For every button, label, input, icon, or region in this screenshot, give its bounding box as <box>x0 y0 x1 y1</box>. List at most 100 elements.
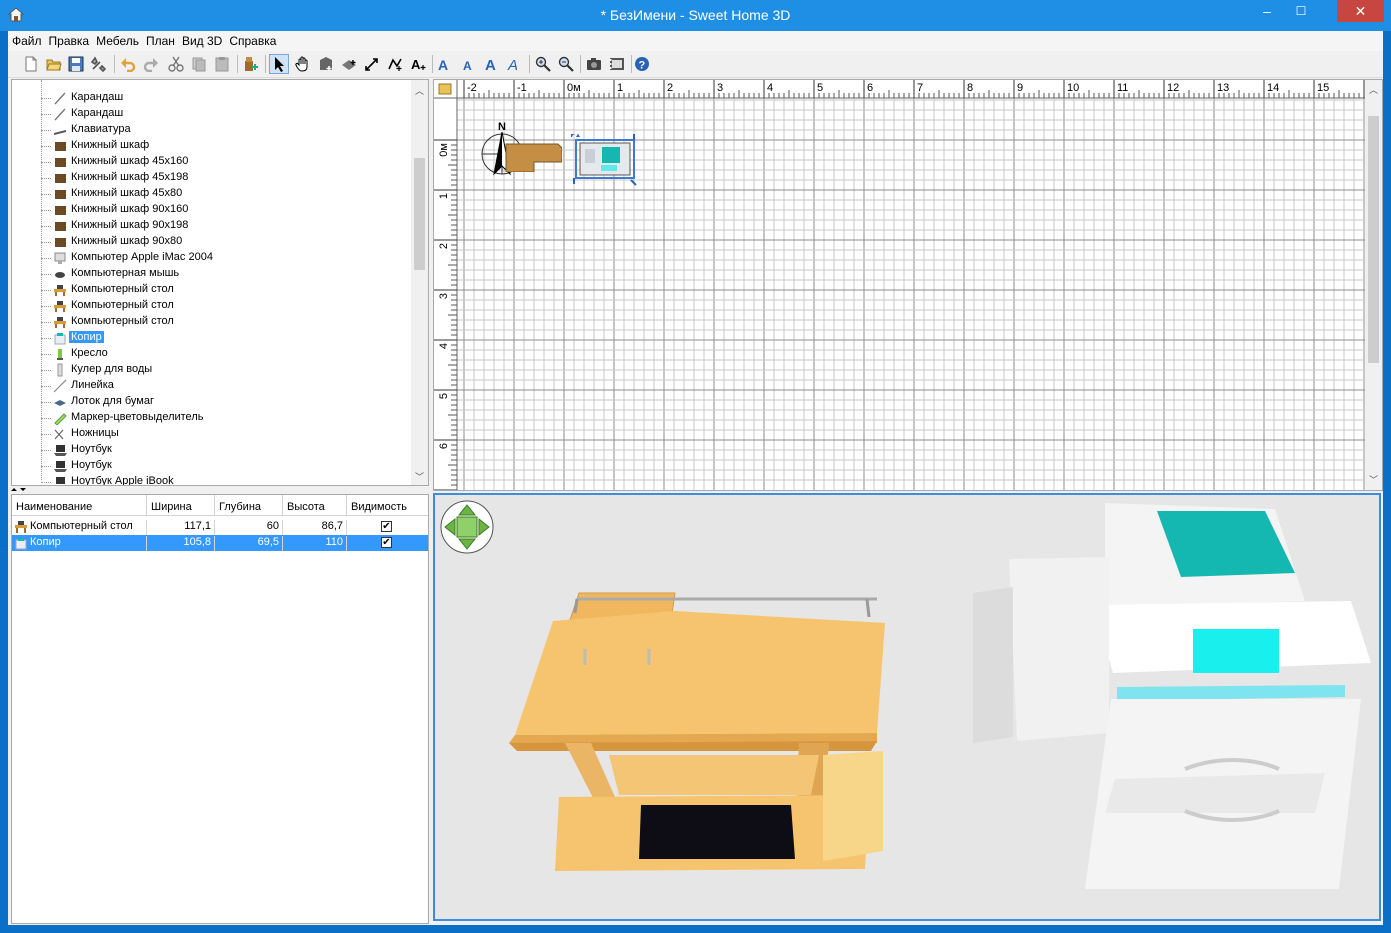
catalog-item-label: Компьютерный стол <box>71 283 174 295</box>
undo-icon[interactable] <box>118 54 138 74</box>
help-icon[interactable]: ? <box>632 54 652 74</box>
create-rooms-icon[interactable] <box>339 54 359 74</box>
select-mode-icon[interactable] <box>269 54 289 74</box>
svg-text:A: A <box>463 59 472 72</box>
scroll-up-arrow[interactable]: ︿ <box>1369 83 1378 96</box>
left-splitter[interactable] <box>8 484 428 494</box>
plan-view[interactable]: -2-10м12345678910111213141510м1234567 N <box>433 79 1383 491</box>
furniture-table[interactable]: Наименование Ширина Глубина Высота Видим… <box>11 494 429 924</box>
menu-help[interactable]: Справка <box>225 31 279 48</box>
close-button[interactable]: ✕ <box>1337 0 1384 22</box>
mouse-icon <box>55 272 65 278</box>
column-header-name[interactable]: Наименование <box>12 495 147 516</box>
cell-width: 117,1 <box>147 520 215 535</box>
scissors-icon <box>54 429 64 440</box>
copy-icon[interactable] <box>189 54 209 74</box>
create-walls-icon[interactable] <box>316 54 336 74</box>
create-photo-icon[interactable] <box>584 54 604 74</box>
visibility-checkbox[interactable]: ✔ <box>381 537 392 548</box>
catalog-item[interactable]: Клавиатура <box>12 122 412 138</box>
create-polylines-icon[interactable] <box>385 54 405 74</box>
scroll-down-arrow[interactable]: ﹀ <box>1369 473 1378 486</box>
menu-bar: Файл Правка Мебель План Вид 3D Справка <box>8 31 1383 51</box>
create-dimensions-icon[interactable] <box>362 54 382 74</box>
preferences-icon[interactable] <box>88 54 108 74</box>
cut-icon[interactable] <box>166 54 186 74</box>
plan-copier[interactable] <box>570 131 641 186</box>
catalog-item[interactable]: Книжный шкаф 45x160 <box>12 154 412 170</box>
catalog-item[interactable]: Книжный шкаф 90x198 <box>12 218 412 234</box>
bold-text-icon[interactable]: A <box>482 54 502 74</box>
table-row[interactable]: Копир 105,8 69,5 110 ✔ <box>12 535 428 551</box>
catalog-item[interactable]: Карандаш <box>12 106 412 122</box>
italic-text-icon[interactable]: A <box>505 54 525 74</box>
visibility-checkbox[interactable]: ✔ <box>381 521 392 532</box>
decrease-text-icon[interactable]: A <box>459 54 479 74</box>
catalog-item[interactable]: Ножницы <box>12 426 412 442</box>
plan-vertical-scrollbar[interactable]: ︿ ﹀ <box>1365 80 1382 490</box>
maximize-button[interactable]: ☐ <box>1287 0 1315 22</box>
plan-computer-desk[interactable] <box>504 142 563 173</box>
bookcase-icon <box>55 206 66 215</box>
catalog-item[interactable]: Маркер-цветовыделитель <box>12 410 412 426</box>
navigation-arrows-icon[interactable] <box>439 499 495 555</box>
column-header-height[interactable]: Высота <box>283 495 347 516</box>
catalog-item[interactable]: Копир <box>12 330 412 346</box>
vertical-splitter[interactable] <box>428 79 432 922</box>
open-icon[interactable] <box>44 54 64 74</box>
scroll-down-arrow[interactable]: ﹀ <box>415 470 424 483</box>
catalog-item[interactable]: Книжный шкаф <box>12 138 412 154</box>
paste-icon[interactable] <box>212 54 232 74</box>
catalog-item[interactable]: Компьютерный стол <box>12 282 412 298</box>
scrollbar-thumb[interactable] <box>414 158 425 270</box>
save-icon[interactable] <box>66 54 86 74</box>
catalog-scrollbar[interactable]: ︿ ﹀ <box>411 80 428 485</box>
catalog-item[interactable]: Компьютерный стол <box>12 298 412 314</box>
menu-edit[interactable]: Правка <box>45 31 93 48</box>
3d-view[interactable] <box>433 493 1381 921</box>
catalog-item[interactable]: Компьютерная мышь <box>12 266 412 282</box>
scrollbar-thumb[interactable] <box>1368 116 1379 363</box>
catalog-item[interactable]: Карандаш <box>12 90 412 106</box>
column-header-depth[interactable]: Глубина <box>215 495 283 516</box>
catalog-item-label: Компьютерный стол <box>71 315 174 327</box>
splitter-arrows-icon[interactable] <box>8 484 38 494</box>
catalog-item[interactable]: Линейка <box>12 378 412 394</box>
zoom-out-icon[interactable] <box>556 54 576 74</box>
new-home-icon[interactable] <box>21 54 41 74</box>
bookcase-icon <box>55 222 66 231</box>
create-video-icon[interactable] <box>607 54 627 74</box>
minimize-button[interactable]: ‒ <box>1253 0 1281 22</box>
cell-height: 110 <box>283 536 347 551</box>
catalog-item[interactable]: Лоток для бумаг <box>12 394 412 410</box>
column-header-visibility[interactable]: Видимость <box>347 495 428 516</box>
add-furniture-icon[interactable] <box>241 54 261 74</box>
menu-3d-view[interactable]: Вид 3D <box>178 31 225 48</box>
zoom-in-icon[interactable] <box>533 54 553 74</box>
catalog-item[interactable]: Книжный шкаф 90x160 <box>12 202 412 218</box>
catalog-item-label: Копир <box>69 331 104 343</box>
table-row[interactable]: Компьютерный стол 117,1 60 86,7 ✔ <box>12 519 428 535</box>
catalog-item[interactable]: Кулер для воды <box>12 362 412 378</box>
ruler-x-label: 5 <box>817 82 823 94</box>
catalog-item[interactable]: Ноутбук <box>12 458 412 474</box>
pan-mode-icon[interactable] <box>293 54 313 74</box>
menu-plan[interactable]: План <box>142 31 178 48</box>
catalog-item[interactable]: Книжный шкаф 45x198 <box>12 170 412 186</box>
catalog-item[interactable]: Книжный шкаф 90x80 <box>12 234 412 250</box>
column-header-width[interactable]: Ширина <box>147 495 215 516</box>
catalog-item[interactable]: Компьютерный стол <box>12 314 412 330</box>
create-labels-icon[interactable]: A <box>408 54 428 74</box>
chair-icon <box>57 349 63 360</box>
catalog-item[interactable]: Ноутбук <box>12 442 412 458</box>
furniture-catalog-tree[interactable]: Карандаш Карандаш Клавиатура Книжный шкаф Кн… <box>11 79 429 486</box>
menu-file[interactable]: Файл <box>8 31 45 48</box>
scroll-up-arrow[interactable]: ︿ <box>415 84 424 97</box>
catalog-item[interactable]: Кресло <box>12 346 412 362</box>
catalog-item[interactable]: Компьютер Apple iMac 2004 <box>12 250 412 266</box>
redo-icon[interactable] <box>141 54 161 74</box>
catalog-item[interactable]: Книжный шкаф 45x80 <box>12 186 412 202</box>
ruler-y-label: 3 <box>438 293 450 299</box>
increase-text-icon[interactable]: A <box>436 54 456 74</box>
menu-furniture[interactable]: Мебель <box>92 31 142 48</box>
